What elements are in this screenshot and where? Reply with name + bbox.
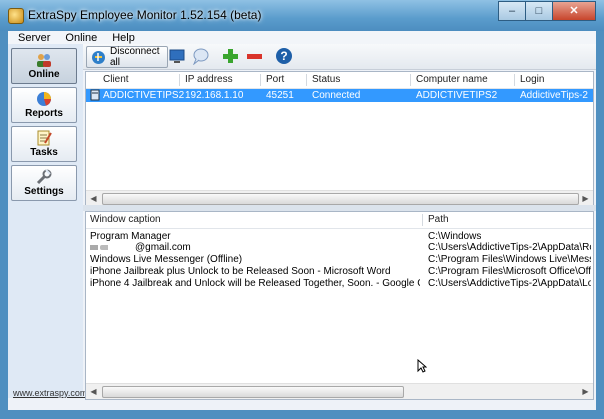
app-window: ExtraSpy Employee Monitor 1.52.154 (beta… [0, 0, 604, 419]
users-icon [35, 52, 53, 68]
disconnect-all-label: Disconnect all [110, 46, 160, 68]
svg-text:?: ? [280, 49, 287, 63]
sidebar-item-settings[interactable]: Settings [11, 165, 77, 201]
sidebar-item-tasks[interactable]: Tasks [11, 126, 77, 162]
column-header-login[interactable]: Login [520, 74, 544, 85]
window-controls: – □ ✕ [498, 1, 596, 21]
cell-window-caption: Windows Live Messenger (Offline) [90, 254, 243, 265]
remove-icon[interactable] [245, 47, 263, 65]
scroll-right-arrow-icon[interactable]: ▶ [578, 191, 593, 206]
column-header-port[interactable]: Port [266, 74, 284, 85]
list-item[interactable]: iPhone 4 Jailbreak and Unlock will be Re… [86, 277, 593, 290]
toolbar: Disconnect all ? [83, 44, 596, 70]
monitor-icon[interactable] [168, 47, 186, 65]
menu-server[interactable]: Server [8, 32, 55, 44]
scroll-thumb[interactable] [102, 193, 579, 205]
windows-horizontal-scrollbar[interactable]: ◀ ▶ [86, 383, 593, 399]
scroll-right-arrow-icon[interactable]: ▶ [578, 384, 593, 399]
cell-window-caption: iPhone Jailbreak plus Unlock to be Relea… [90, 266, 391, 277]
wrench-icon [35, 169, 53, 185]
cell-status: Connected [312, 90, 361, 101]
cell-path: C:\Program Files\Windows Live\Messenger [428, 254, 591, 265]
cell-window-caption: iPhone 4 Jailbreak and Unlock will be Re… [90, 278, 420, 289]
app-icon [8, 8, 24, 24]
maximize-button[interactable]: □ [525, 1, 553, 21]
sidebar-item-label: Reports [25, 108, 63, 119]
add-icon[interactable] [221, 47, 239, 65]
clients-horizontal-scrollbar[interactable]: ◀ ▶ [86, 190, 593, 206]
scroll-left-arrow-icon[interactable]: ◀ [86, 191, 101, 206]
table-row[interactable]: ADDICTIVETIPS2 192.168.1.10 45251 Connec… [86, 89, 593, 102]
column-header-computer-name[interactable]: Computer name [416, 74, 488, 85]
pie-chart-icon [35, 91, 53, 107]
sidebar-item-label: Settings [24, 186, 64, 197]
mouse-cursor-icon [417, 358, 428, 373]
cell-login: AddictiveTips-2 [520, 90, 588, 101]
cell-path: C:\Users\AddictiveTips-2\AppData\Local\G… [428, 278, 591, 289]
column-header-client[interactable]: Client [103, 74, 129, 85]
windows-grid-header: Window caption Path [86, 212, 593, 229]
minimize-button[interactable]: – [498, 1, 526, 21]
menu-bar: Server Online Help [8, 31, 596, 44]
column-header-ip-address[interactable]: IP address [185, 74, 233, 85]
menu-help[interactable]: Help [102, 32, 140, 44]
close-button[interactable]: ✕ [552, 1, 596, 21]
cell-window-caption: @gmail.com [135, 242, 191, 253]
column-header-status[interactable]: Status [312, 74, 340, 85]
tasks-icon [35, 130, 53, 146]
disconnect-all-button[interactable]: Disconnect all [86, 46, 168, 68]
menu-online[interactable]: Online [55, 32, 102, 44]
scroll-thumb[interactable] [102, 386, 404, 398]
sidebar-item-online[interactable]: Online [11, 48, 77, 84]
cell-port: 45251 [266, 90, 294, 101]
windows-grid: Window caption Path Program Manager C:\W… [85, 211, 594, 400]
cell-computer-name: ADDICTIVETIPS2 [416, 90, 498, 101]
disconnect-icon [91, 50, 106, 65]
chat-bubble-icon[interactable] [191, 47, 209, 66]
clients-grid-header: Client IP address Port Status Computer n… [86, 72, 593, 89]
website-link[interactable]: www.extraspy.com [13, 388, 87, 398]
clients-grid: Client IP address Port Status Computer n… [85, 71, 594, 207]
sidebar-item-label: Online [28, 69, 60, 80]
column-header-window-caption[interactable]: Window caption [90, 214, 161, 225]
title-bar[interactable]: ExtraSpy Employee Monitor 1.52.154 (beta… [0, 0, 604, 31]
cell-client: ADDICTIVETIPS2 [103, 90, 185, 101]
cell-path: C:\Program Files\Microsoft Office\Office… [428, 266, 591, 277]
column-header-path[interactable]: Path [428, 214, 449, 225]
computer-icon [90, 89, 100, 104]
cell-ip-address: 192.168.1.10 [185, 90, 244, 101]
help-icon[interactable]: ? [275, 47, 293, 65]
sidebar-item-reports[interactable]: Reports [11, 87, 77, 123]
scroll-left-arrow-icon[interactable]: ◀ [86, 384, 101, 399]
cell-path: C:\Users\AddictiveTips-2\AppData\Roaming… [428, 242, 591, 253]
window-title: ExtraSpy Employee Monitor 1.52.154 (beta… [28, 8, 262, 22]
sidebar-item-label: Tasks [30, 147, 58, 158]
